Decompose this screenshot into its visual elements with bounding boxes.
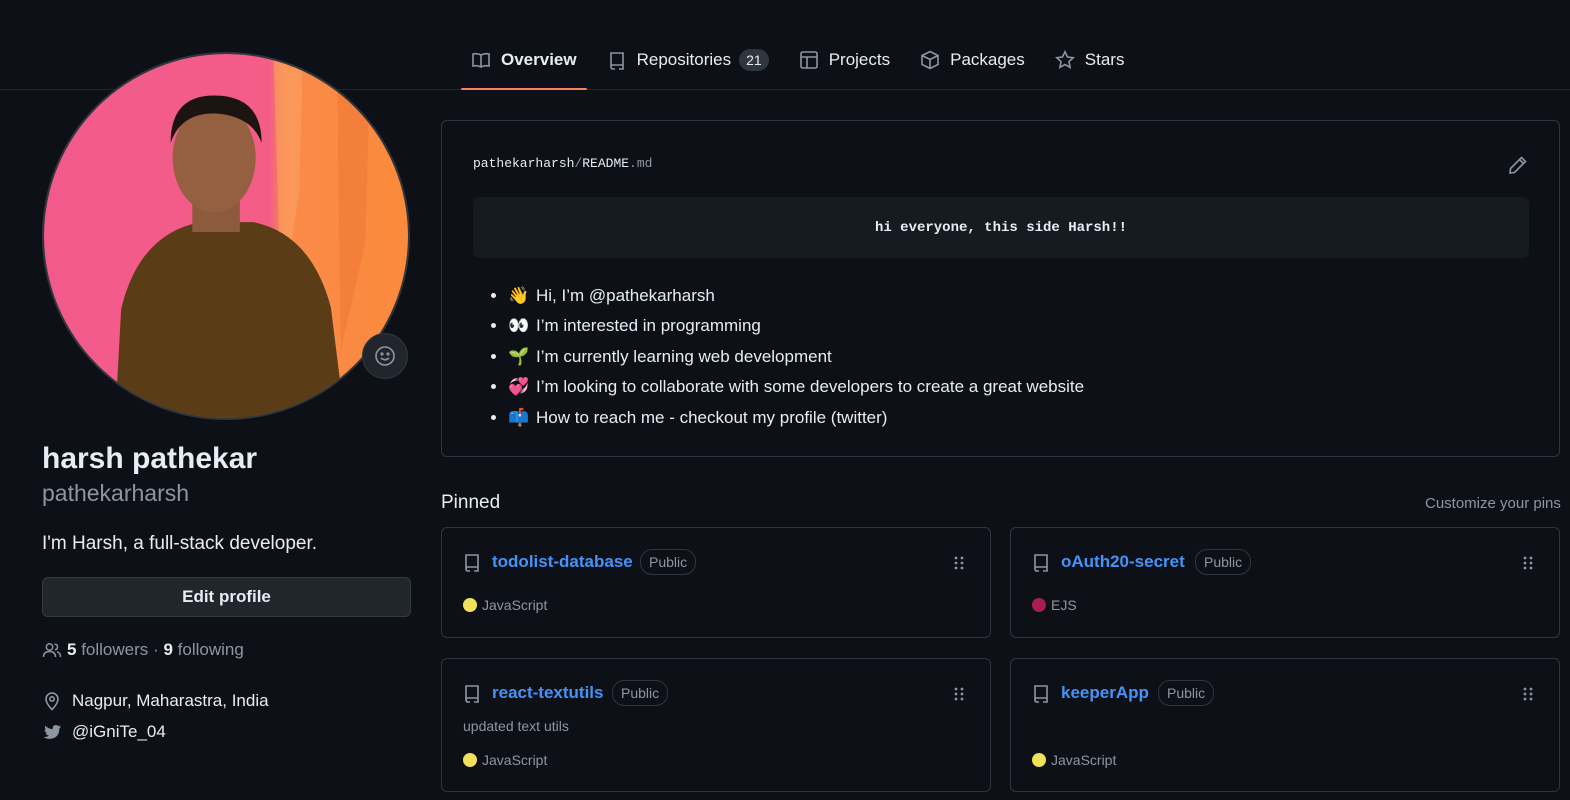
readme-owner[interactable]: pathekarharsh (473, 156, 574, 171)
list-item: 👋 Hi, I’m @pathekarharsh (508, 281, 1084, 311)
following-link[interactable]: 9 following (163, 640, 243, 660)
list-item-text: Hi, I’m @pathekarharsh (536, 286, 715, 305)
repo-icon (465, 554, 479, 572)
location-text: Nagpur, Maharastra, India (72, 691, 269, 710)
repo-language: JavaScript (463, 597, 547, 613)
tab-label: Stars (1084, 49, 1125, 69)
book-icon (472, 52, 490, 68)
repo-name-link[interactable]: todolist-database (492, 552, 633, 572)
list-item: 💞 I’m looking to collaborate with some de… (508, 372, 1084, 402)
tab-stars[interactable]: Stars (1045, 30, 1135, 89)
repo-language: JavaScript (1032, 752, 1116, 768)
twitter-icon (43, 725, 61, 739)
list-item-text: I’m interested in programming (536, 316, 761, 336)
list-item-text: I’m looking to collaborate with some dev… (536, 377, 1085, 397)
repositories-count-badge: 21 (739, 48, 769, 71)
wave-emoji-icon: 👋 (508, 286, 530, 305)
language-color-dot (1032, 753, 1046, 767)
pencil-icon[interactable] (1508, 155, 1528, 175)
language-label: JavaScript (482, 752, 548, 768)
repo-description: updated text utils (463, 718, 569, 734)
location-icon (45, 692, 59, 711)
tab-projects[interactable]: Projects (789, 30, 900, 89)
readme-card: pathekarharsh/README.md hi everyone, thi… (441, 120, 1560, 457)
seedling-emoji-icon: 🌱 (508, 346, 530, 366)
pinned-title: Pinned (441, 492, 501, 513)
drag-handle-icon[interactable] (1521, 554, 1535, 572)
follow-stats: 5 followers · 9 following (42, 640, 244, 660)
readme-list: 👋 Hi, I’m @pathekarharsh 👀 I’m interested … (488, 281, 1084, 433)
avatar[interactable] (42, 52, 410, 420)
visibility-badge: Public (1195, 549, 1252, 575)
edit-profile-button[interactable]: Edit profile (42, 577, 411, 617)
mailbox-emoji-icon: 📫 (508, 407, 530, 427)
table-icon (799, 50, 818, 69)
profile-full-name: harsh pathekar (42, 442, 258, 475)
repo-icon (609, 51, 624, 70)
language-color-dot (463, 598, 477, 612)
language-color-dot (1032, 598, 1046, 612)
language-label: EJS (1051, 597, 1077, 613)
visibility-badge: Public (612, 680, 669, 706)
language-color-dot (463, 753, 477, 767)
drag-handle-icon[interactable] (952, 685, 966, 703)
twitter-handle: @iGniTe_04 (72, 722, 166, 741)
code-text: hi everyone, this side Harsh!! (874, 219, 1128, 236)
follow-separator: · (153, 640, 159, 659)
readme-code-block: hi everyone, this side Harsh!! (473, 197, 1529, 258)
pinned-repo-card: oAuth20-secret Public EJS (1010, 527, 1560, 638)
set-status-button[interactable] (362, 333, 408, 379)
language-label: JavaScript (482, 597, 548, 613)
pinned-repo-card: react-textutils Public updated text util… (441, 658, 991, 792)
tab-label: Packages (950, 49, 1025, 69)
profile-tabs: Overview Repositories 21 Projects Packag… (461, 30, 1144, 90)
repo-icon (1034, 554, 1048, 572)
profile-bio: I'm Harsh, a full-stack developer. (42, 533, 318, 554)
tab-label: Projects (828, 49, 891, 69)
hearts-emoji-icon: 💞 (508, 377, 530, 397)
profile-twitter[interactable]: @iGniTe_04 (42, 722, 166, 742)
visibility-badge: Public (1158, 680, 1215, 706)
drag-handle-icon[interactable] (1521, 685, 1535, 703)
list-item: 👀 I’m interested in programming (508, 311, 1084, 341)
avatar-image (44, 54, 408, 418)
repo-language: EJS (1032, 597, 1077, 613)
readme-path: pathekarharsh/README.md (473, 156, 652, 171)
pinned-repo-card: todolist-database Public JavaScript (441, 527, 991, 638)
repo-name-link[interactable]: keeperApp (1061, 683, 1149, 703)
visibility-badge: Public (640, 549, 697, 575)
following-label: following (177, 640, 244, 659)
followers-link[interactable]: 5 followers (67, 640, 148, 660)
repo-icon (465, 685, 479, 703)
pinned-repo-card: keeperApp Public JavaScript (1010, 658, 1560, 792)
list-item: 🌱 I’m currently learning web development (508, 342, 1084, 372)
drag-handle-icon[interactable] (952, 554, 966, 572)
readme-file-ext: .md (629, 156, 653, 171)
followers-label: followers (81, 640, 149, 659)
list-item-text: I’m currently learning web development (536, 346, 832, 366)
eyes-emoji-icon: 👀 (508, 316, 530, 336)
followers-count: 5 (67, 640, 77, 659)
tab-overview[interactable]: Overview (461, 30, 587, 90)
repo-icon (1034, 685, 1048, 703)
tab-label: Repositories (636, 49, 732, 69)
smiley-icon (375, 346, 395, 366)
tab-repositories[interactable]: Repositories 21 (597, 30, 779, 89)
following-count: 9 (163, 640, 173, 659)
tab-label: Overview (501, 49, 577, 69)
repo-name-link[interactable]: oAuth20-secret (1061, 552, 1185, 572)
repo-language: JavaScript (463, 752, 547, 768)
people-icon (42, 643, 62, 658)
repo-name-link[interactable]: react-textutils (492, 683, 603, 703)
list-item-text: How to reach me - checkout my profile (t… (536, 407, 888, 427)
tab-packages[interactable]: Packages (910, 30, 1035, 89)
profile-username: pathekarharsh (42, 480, 190, 506)
profile-location: Nagpur, Maharastra, India (42, 691, 269, 711)
star-icon (1054, 49, 1075, 69)
readme-file-base[interactable]: README (582, 156, 629, 171)
list-item: 📫 How to reach me - checkout my profile (… (508, 403, 1084, 433)
package-icon (921, 50, 939, 69)
customize-pins-link[interactable]: Customize your pins (1425, 495, 1561, 512)
language-label: JavaScript (1051, 752, 1117, 768)
